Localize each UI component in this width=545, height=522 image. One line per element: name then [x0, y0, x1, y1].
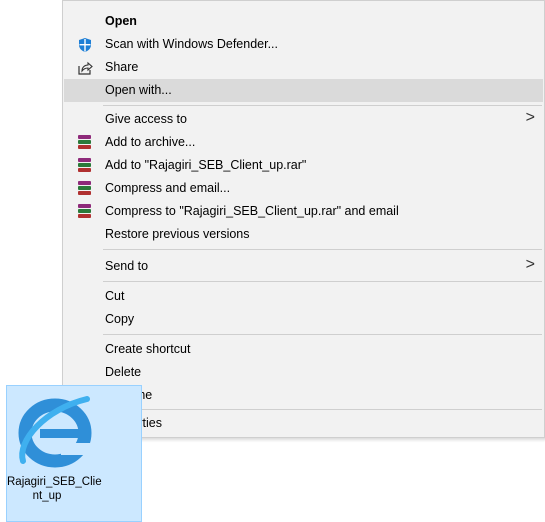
menu-item-add-to-archive[interactable]: Add to archive...: [64, 131, 543, 154]
menu-item-share[interactable]: Share: [64, 56, 543, 79]
menu-item-share-label: Share: [105, 60, 139, 74]
winrar-books-icon: [76, 203, 93, 220]
menu-item-compress-and-email-label: Compress and email...: [105, 181, 231, 195]
menu-item-restore-previous-versions[interactable]: Restore previous versions: [64, 223, 543, 246]
menu-item-compress-to-rar-and-email[interactable]: Compress to "Rajagiri_SEB_Client_up.rar"…: [64, 200, 543, 223]
menu-separator: [103, 409, 542, 410]
menu-separator: [103, 334, 542, 335]
menu-item-add-to-archive-label: Add to archive...: [105, 135, 196, 149]
menu-item-open-with-label: Open with...: [105, 83, 172, 97]
menu-separator: [103, 281, 542, 282]
internet-explorer-icon: [15, 391, 95, 471]
menu-item-open[interactable]: Open: [64, 10, 543, 33]
desktop-file-selected[interactable]: Rajagiri_SEB_Clie nt_up: [6, 385, 142, 522]
menu-item-send-to-label: Send to: [105, 259, 149, 273]
winrar-books-icon: [76, 134, 93, 151]
menu-item-delete-label: Delete: [105, 365, 142, 379]
menu-separator: [103, 105, 542, 106]
menu-item-add-to-rar[interactable]: Add to "Rajagiri_SEB_Client_up.rar": [64, 154, 543, 177]
menu-item-compress-and-email[interactable]: Compress and email...: [64, 177, 543, 200]
menu-item-add-to-rar-label: Add to "Rajagiri_SEB_Client_up.rar": [105, 158, 307, 172]
menu-item-create-shortcut-label: Create shortcut: [105, 342, 191, 356]
context-menu: Open Scan with Windows Defender... Share…: [62, 0, 545, 438]
menu-item-copy[interactable]: Copy: [64, 308, 543, 331]
winrar-books-icon: [76, 157, 93, 174]
menu-item-give-access[interactable]: Give access to >: [64, 108, 543, 131]
menu-item-scan-defender[interactable]: Scan with Windows Defender...: [64, 33, 543, 56]
desktop-file-label-line2: nt_up: [32, 490, 62, 502]
desktop-file-label-line1: Rajagiri_SEB_Clie: [7, 476, 102, 488]
menu-item-restore-label: Restore previous versions: [105, 227, 250, 241]
menu-separator: [103, 249, 542, 250]
share-icon: [76, 59, 93, 76]
chevron-right-icon: >: [525, 109, 535, 126]
chevron-right-icon: >: [525, 256, 535, 273]
desktop-file-label: Rajagiri_SEB_Clie nt_up: [7, 475, 102, 503]
windows-defender-shield-icon: [76, 36, 93, 53]
menu-item-create-shortcut[interactable]: Create shortcut: [64, 338, 543, 361]
menu-item-scan-label: Scan with Windows Defender...: [105, 37, 278, 51]
menu-item-delete[interactable]: Delete: [64, 361, 543, 384]
menu-item-copy-label: Copy: [105, 312, 135, 326]
menu-item-cut-label: Cut: [105, 289, 125, 303]
menu-item-open-label: Open: [105, 14, 137, 28]
menu-item-open-with[interactable]: Open with...: [64, 79, 543, 102]
menu-item-give-access-label: Give access to: [105, 112, 187, 126]
menu-item-cut[interactable]: Cut: [64, 285, 543, 308]
menu-item-send-to[interactable]: Send to >: [64, 255, 543, 278]
winrar-books-icon: [76, 180, 93, 197]
menu-item-compress-to-rar-and-email-label: Compress to "Rajagiri_SEB_Client_up.rar"…: [105, 204, 399, 218]
